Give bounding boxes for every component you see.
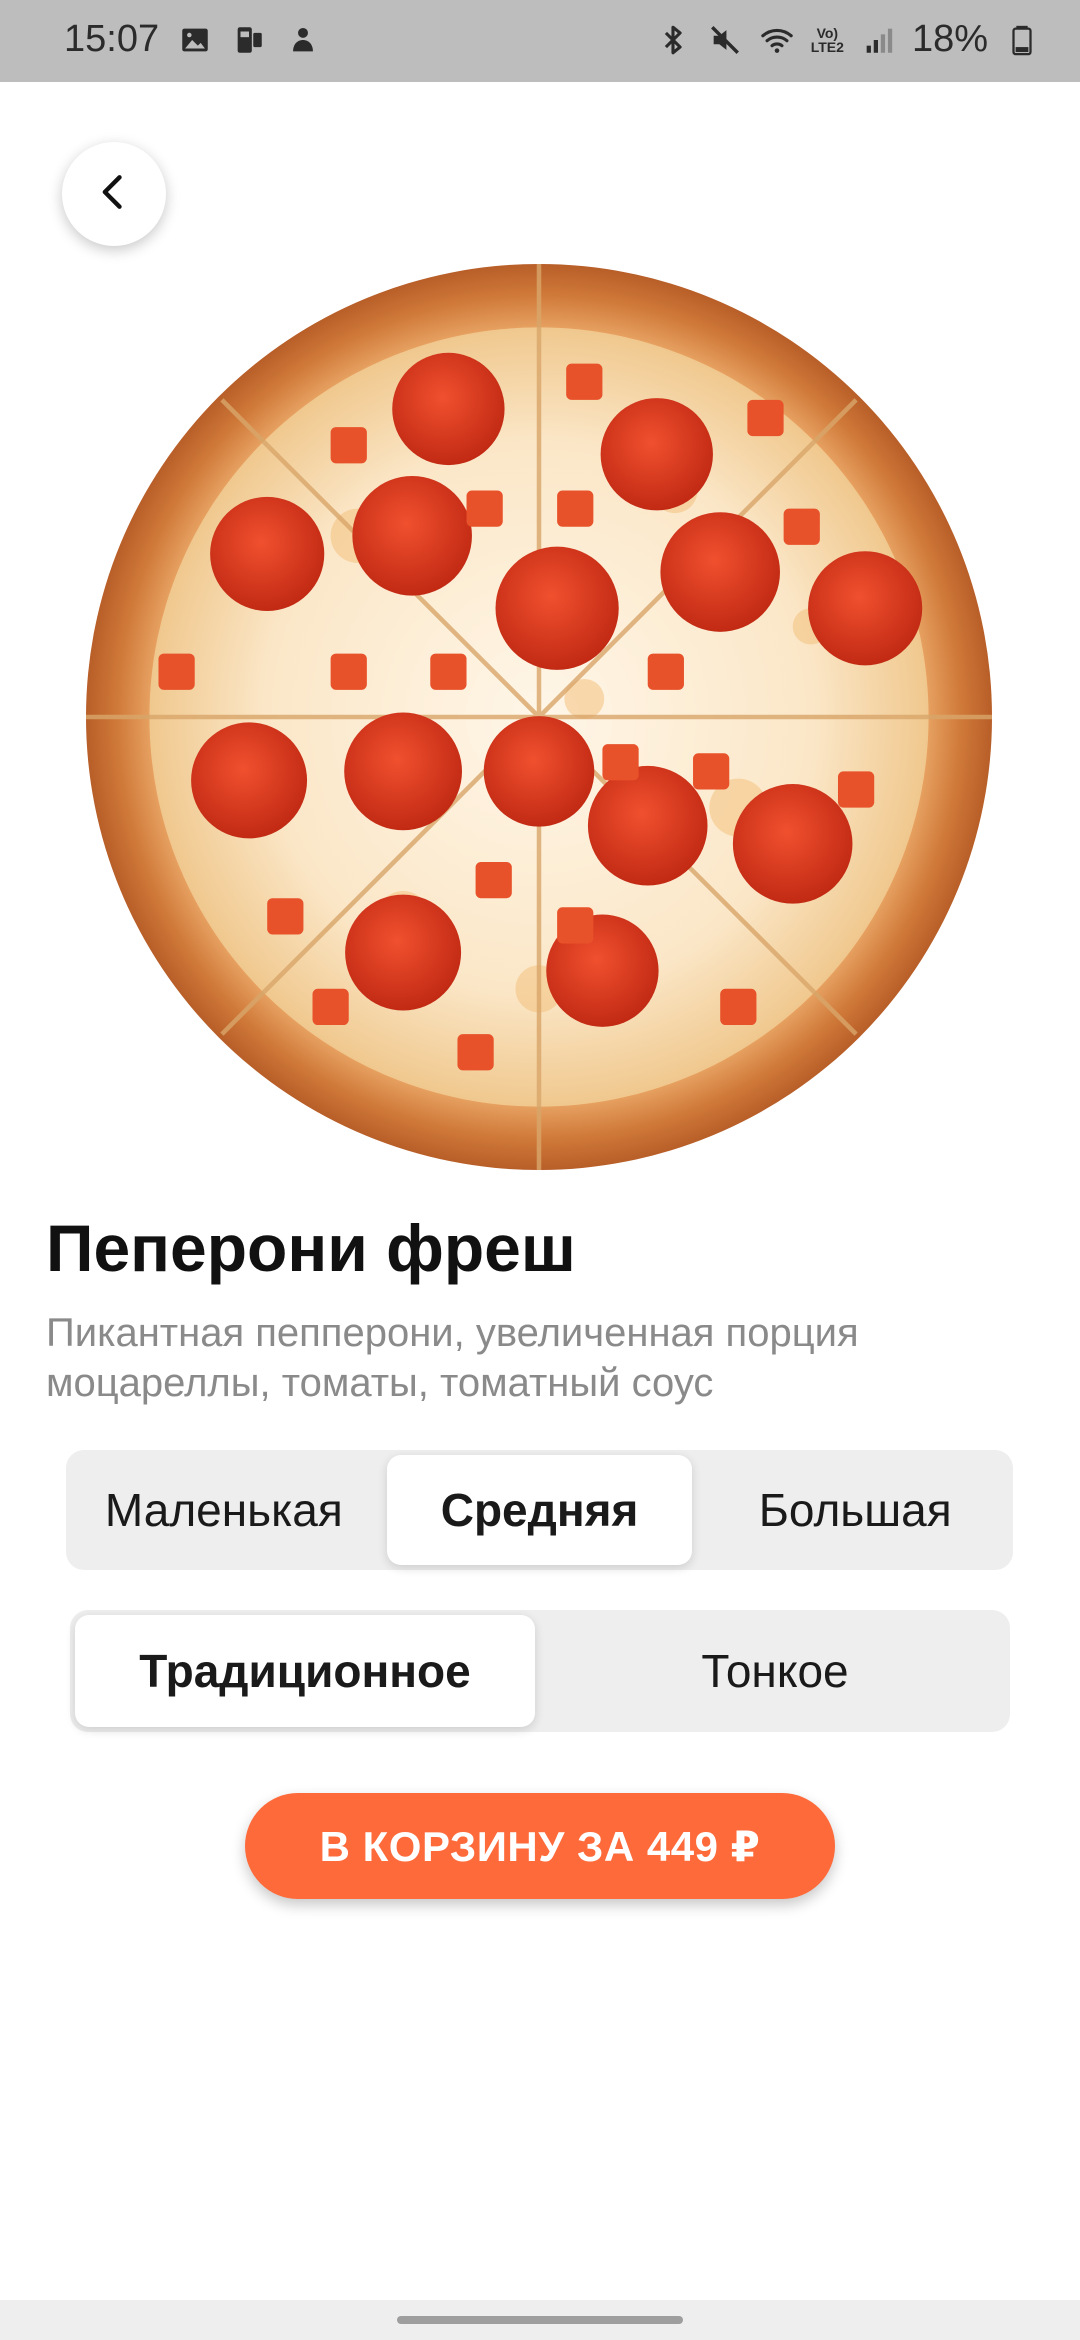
crust-option-traditional[interactable]: Традиционное xyxy=(75,1615,535,1727)
size-option-large[interactable]: Большая xyxy=(702,1455,1008,1565)
crust-option-thin[interactable]: Тонкое xyxy=(545,1615,1005,1727)
product-title: Пеперони фреш xyxy=(46,1211,576,1285)
chevron-left-icon xyxy=(92,170,136,219)
size-selector: Маленькая Средняя Большая xyxy=(66,1450,1013,1570)
status-bar: 15:07 Vo) LTE2 18% xyxy=(0,0,1080,82)
notification-icon xyxy=(285,20,321,60)
pizza-image xyxy=(86,264,992,1170)
status-left: 15:07 xyxy=(64,18,321,61)
size-option-medium[interactable]: Средняя xyxy=(386,1455,693,1565)
navigation-bar xyxy=(0,2300,1080,2340)
crust-selector: Традиционное Тонкое xyxy=(70,1610,1010,1732)
add-to-cart-button[interactable]: В КОРЗИНУ ЗА 449 ₽ xyxy=(245,1793,835,1899)
bluetooth-icon xyxy=(655,20,691,60)
home-indicator[interactable] xyxy=(397,2316,683,2324)
sim-icon xyxy=(231,20,267,60)
wifi-icon xyxy=(759,20,795,60)
size-option-small[interactable]: Маленькая xyxy=(71,1455,377,1565)
gallery-icon xyxy=(177,20,213,60)
volte-indicator: Vo) LTE2 xyxy=(810,24,844,55)
mute-icon xyxy=(707,20,743,60)
status-right: Vo) LTE2 18% xyxy=(655,18,1040,61)
status-time: 15:07 xyxy=(64,18,160,60)
back-button[interactable] xyxy=(62,142,166,246)
battery-percent: 18% xyxy=(911,18,988,60)
product-description: Пикантная пепперони, увеличенная порция … xyxy=(46,1311,859,1405)
battery-icon xyxy=(1004,20,1040,60)
signal-icon xyxy=(860,20,896,60)
